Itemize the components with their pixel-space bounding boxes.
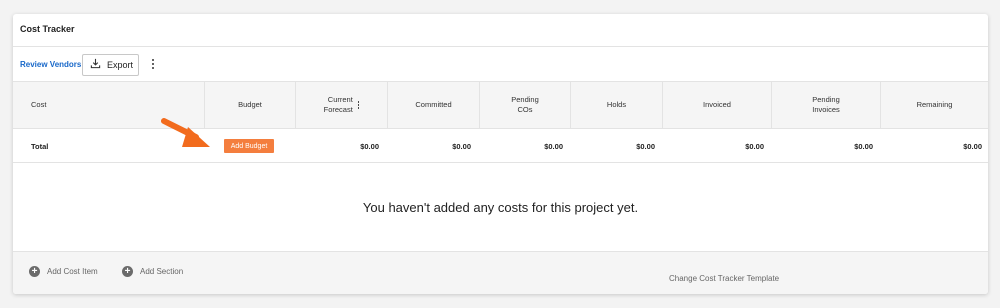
download-icon bbox=[90, 56, 101, 74]
table-footer: + Add Cost Item + Add Section Change Cos… bbox=[13, 251, 988, 294]
add-cost-item-button[interactable]: + Add Cost Item bbox=[29, 266, 98, 277]
review-vendors-link[interactable]: Review Vendors bbox=[20, 60, 81, 69]
total-committed: $0.00 bbox=[452, 142, 471, 151]
change-template-link[interactable]: Change Cost Tracker Template bbox=[669, 274, 779, 283]
add-cost-item-label: Add Cost Item bbox=[47, 267, 98, 276]
export-button[interactable]: Export bbox=[82, 54, 139, 76]
plus-circle-icon: + bbox=[122, 266, 133, 277]
col-header-invoiced: Invoiced bbox=[663, 82, 772, 128]
card-header: Cost Tracker bbox=[13, 14, 988, 47]
col-header-holds: Holds bbox=[571, 82, 663, 128]
toolbar: Review Vendors Export bbox=[13, 47, 988, 81]
current-forecast-label: Current Forecast bbox=[323, 94, 353, 114]
col-header-committed: Committed bbox=[388, 82, 480, 128]
total-holds: $0.00 bbox=[636, 142, 655, 151]
add-section-button[interactable]: + Add Section bbox=[122, 266, 183, 277]
col-header-pending-cos: Pending COs bbox=[480, 82, 571, 128]
total-label: Total bbox=[31, 142, 49, 151]
add-section-label: Add Section bbox=[140, 267, 184, 276]
col-header-pending-invoices: Pending Invoices bbox=[772, 82, 881, 128]
col-header-remaining: Remaining bbox=[916, 99, 953, 109]
empty-state-message: You haven't added any costs for this pro… bbox=[362, 200, 639, 215]
total-invoiced: $0.00 bbox=[745, 142, 764, 151]
annotation-arrow-icon bbox=[161, 118, 210, 147]
add-budget-button[interactable]: Add Budget bbox=[224, 139, 274, 153]
plus-circle-icon: + bbox=[29, 266, 40, 277]
export-label: Export bbox=[107, 60, 134, 70]
total-remaining: $0.00 bbox=[963, 142, 982, 151]
total-pending-invoices: $0.00 bbox=[854, 142, 873, 151]
total-current-forecast: $0.00 bbox=[360, 142, 379, 151]
col-header-current-forecast: Current Forecast bbox=[296, 82, 388, 128]
column-menu-icon[interactable] bbox=[357, 101, 360, 109]
total-pending-cos: $0.00 bbox=[544, 142, 563, 151]
more-options-icon[interactable] bbox=[149, 57, 157, 71]
page-title: Cost Tracker bbox=[20, 24, 75, 34]
